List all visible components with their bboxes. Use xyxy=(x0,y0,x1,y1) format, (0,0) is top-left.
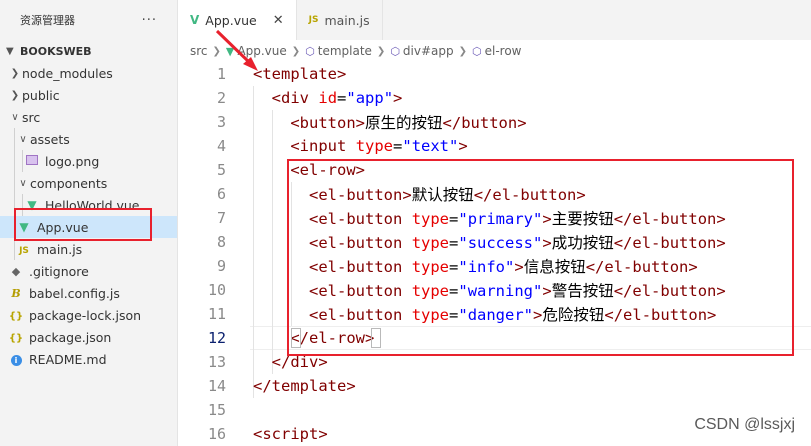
indent-guide xyxy=(14,128,15,150)
explorer-header: 资源管理器 ··· xyxy=(0,0,177,40)
code-text: <div id="app"> xyxy=(271,89,403,107)
vue-file-icon: ▼ xyxy=(225,44,235,58)
indent-guide xyxy=(22,150,23,172)
json-file-icon: {} xyxy=(8,332,24,344)
workspace-name: BOOKSWEB xyxy=(20,44,92,58)
indent-guide xyxy=(14,238,15,260)
tree-item-label: components xyxy=(30,175,108,191)
code-text: </template> xyxy=(253,377,356,395)
tree-item-label: babel.config.js xyxy=(29,285,120,301)
code-line[interactable]: 14 </template> xyxy=(178,374,811,398)
chevron-down-icon: ∨ xyxy=(11,111,19,123)
chevron-right-icon: ❯ xyxy=(291,45,301,57)
vue-file-icon: V xyxy=(190,13,200,27)
tree-item[interactable]: ◆ .gitignore xyxy=(0,260,177,282)
chevron-down-icon: ∨ xyxy=(19,133,27,145)
annotation-box-app-vue xyxy=(14,208,152,241)
element-icon: ⬡ xyxy=(472,44,482,58)
breadcrumb-div[interactable]: div#app xyxy=(403,44,454,58)
breadcrumb-file[interactable]: App.vue xyxy=(237,44,286,58)
tree-item[interactable]: ∨ components xyxy=(0,172,177,194)
tree-item[interactable]: ∨ assets xyxy=(0,128,177,150)
line-number: 7 xyxy=(216,209,226,227)
tree-item[interactable]: JS main.js xyxy=(0,238,177,260)
line-number: 10 xyxy=(207,281,226,299)
line-number: 1 xyxy=(216,65,226,83)
line-number: 13 xyxy=(207,353,226,371)
editor-tab-bar: V App.vue ✕ JS main.js xyxy=(178,0,811,40)
js-file-icon: JS xyxy=(19,245,29,256)
line-number: 11 xyxy=(207,305,226,323)
git-file-icon: ◆ xyxy=(11,264,21,278)
line-number: 8 xyxy=(216,233,226,251)
explorer-title: 资源管理器 xyxy=(20,14,75,27)
tree-item[interactable]: logo.png xyxy=(0,150,177,172)
tree-item[interactable]: ∨ src xyxy=(0,106,177,128)
tab-app-vue[interactable]: V App.vue ✕ xyxy=(178,0,297,40)
close-icon[interactable]: ✕ xyxy=(273,13,284,28)
chevron-right-icon: ❯ xyxy=(458,45,468,57)
code-line[interactable]: 4 <input type="text"> xyxy=(178,134,811,158)
tree-item-label: logo.png xyxy=(45,153,100,169)
watermark: CSDN @lssjxj xyxy=(694,416,795,433)
line-number: 16 xyxy=(207,425,226,443)
line-number: 9 xyxy=(216,257,226,275)
line-number: 2 xyxy=(216,89,226,107)
tab-label: App.vue xyxy=(205,12,257,28)
chevron-down-icon: ∨ xyxy=(19,177,27,189)
tree-item[interactable]: {} package.json xyxy=(0,326,177,348)
indent-guide xyxy=(14,150,15,172)
line-number: 3 xyxy=(216,113,226,131)
breadcrumb-template[interactable]: template xyxy=(318,44,372,58)
more-actions-icon[interactable]: ··· xyxy=(142,13,157,28)
code-line[interactable]: 2 <div id="app"> xyxy=(178,86,811,110)
tree-item[interactable]: i README.md xyxy=(0,348,177,370)
line-number: 15 xyxy=(207,401,226,419)
line-number: 12 xyxy=(207,329,226,347)
line-number: 14 xyxy=(207,377,226,395)
tree-item-label: package.json xyxy=(29,329,112,345)
tree-item-label: package-lock.json xyxy=(29,307,142,323)
tree-item[interactable]: Bbabel.config.js xyxy=(0,282,177,304)
chevron-right-icon: ❯ xyxy=(212,45,221,57)
info-file-icon: i xyxy=(8,353,24,366)
image-file-icon xyxy=(24,154,40,168)
chevron-right-icon: ❯ xyxy=(10,89,20,101)
tree-item-label: .gitignore xyxy=(29,263,89,279)
indent-guide xyxy=(14,172,15,194)
breadcrumb-el-row[interactable]: el-row xyxy=(485,44,522,58)
code-text: <template> xyxy=(253,65,347,83)
chevron-right-icon: ❯ xyxy=(376,45,386,57)
code-text: <script> xyxy=(253,425,328,443)
code-text: <input type="text"> xyxy=(290,137,468,155)
line-number: 5 xyxy=(216,161,226,179)
tree-item-label: src xyxy=(22,109,41,125)
line-number: 4 xyxy=(216,137,226,155)
breadcrumb-src[interactable]: src xyxy=(190,44,208,58)
tree-item-label: assets xyxy=(30,131,70,147)
breadcrumb: src ❯ ▼ App.vue ❯ ⬡ template ❯ ⬡ div#app… xyxy=(178,40,811,62)
json-file-icon: {} xyxy=(8,310,24,322)
tree-item-label: README.md xyxy=(29,351,107,367)
chevron-down-icon: ▼ xyxy=(6,45,14,57)
code-text: <button>原生的按钮</button> xyxy=(290,114,527,132)
babel-file-icon: B xyxy=(11,286,21,300)
element-icon: ⬡ xyxy=(390,44,400,58)
tree-item-label: main.js xyxy=(37,241,83,257)
element-icon: ⬡ xyxy=(305,44,315,58)
js-file-icon: JS xyxy=(308,15,319,25)
tree-item-label: public xyxy=(22,87,60,103)
tree-item-label: node_modules xyxy=(22,65,113,81)
annotation-box-el-row xyxy=(287,159,794,356)
code-line[interactable]: 1 <template> xyxy=(178,62,811,86)
code-line[interactable]: 3 <button>原生的按钮</button> xyxy=(178,110,811,134)
line-number: 6 xyxy=(216,185,226,203)
tab-main-js[interactable]: JS main.js xyxy=(297,0,383,40)
chevron-right-icon: ❯ xyxy=(10,67,20,79)
tree-item[interactable]: ❯ public xyxy=(0,84,177,106)
tab-label: main.js xyxy=(324,12,370,28)
workspace-section[interactable]: ▼ BOOKSWEB xyxy=(0,40,177,62)
tree-item[interactable]: ❯ node_modules xyxy=(0,62,177,84)
tree-item[interactable]: {} package-lock.json xyxy=(0,304,177,326)
